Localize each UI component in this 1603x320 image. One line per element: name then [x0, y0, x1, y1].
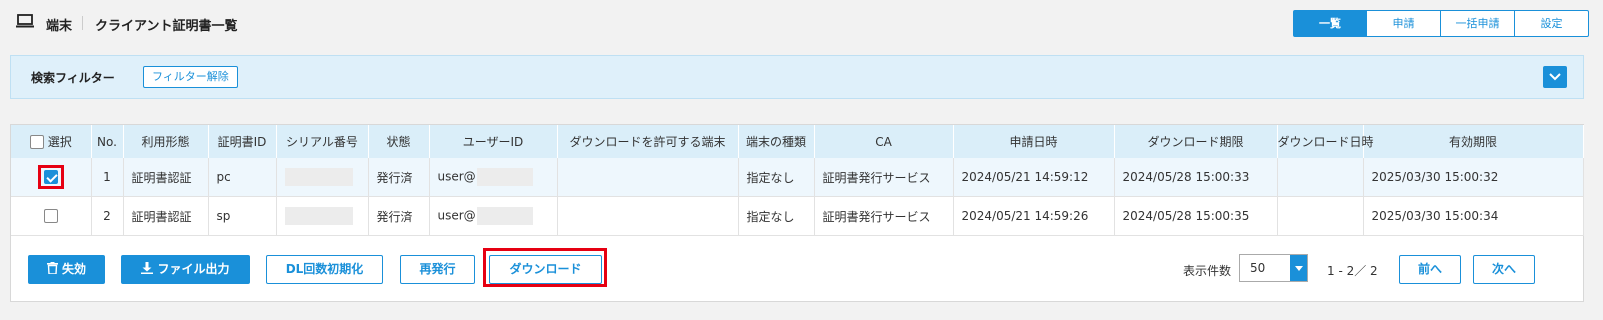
certificate-list-panel: 選択 No. 利用形態 証明書ID シリアル番号 状態 ユーザーID ダウンロー…	[10, 124, 1584, 302]
column-header: ダウンロード日時	[1277, 125, 1374, 158]
export-file-button[interactable]: ファイル出力	[121, 255, 250, 284]
per-page-value: 50	[1250, 261, 1266, 275]
cell-download-deadline: 2024/05/28 15:00:33	[1114, 158, 1278, 197]
redacted-value	[284, 207, 353, 225]
cell-serial	[276, 158, 369, 197]
cell-expires: 2025/03/30 15:00:34	[1363, 196, 1584, 236]
tab-bulk-apply[interactable]: 一括申請	[1441, 10, 1515, 37]
select-all-checkbox[interactable]	[29, 134, 44, 149]
cell-downloaded-at	[1277, 158, 1364, 197]
cell-downloaded-at	[1277, 196, 1364, 236]
trash-icon	[46, 262, 58, 274]
view-tabs: 一覧 申請 一括申請 設定	[1293, 10, 1589, 37]
column-header: 利用形態	[123, 125, 209, 158]
download-button[interactable]: ダウンロード	[489, 255, 602, 284]
column-header: ダウンロード期限	[1114, 125, 1278, 158]
column-header: 有効期限	[1363, 125, 1584, 158]
cell-usage: 証明書認証	[123, 158, 209, 197]
table-header-row: 選択 No. 利用形態 証明書ID シリアル番号 状態 ユーザーID ダウンロー…	[11, 125, 1584, 158]
redacted-value	[284, 168, 353, 186]
breadcrumb-section: 端末	[46, 19, 73, 34]
cell-status: 発行済	[368, 196, 430, 236]
select-all-header[interactable]: 選択	[11, 125, 92, 158]
per-page-label: 表示件数	[1183, 264, 1232, 278]
search-filter-bar: 検索フィルター フィルター解除	[10, 55, 1584, 99]
cell-expires: 2025/03/30 15:00:32	[1363, 158, 1584, 197]
revoke-button[interactable]: 失効	[28, 255, 105, 284]
download-icon	[141, 262, 154, 274]
row-select-cell[interactable]	[11, 158, 92, 197]
cell-cert-id: pc	[208, 158, 277, 197]
cell-allowed-device	[557, 196, 739, 236]
cell-applied-at: 2024/05/21 14:59:12	[953, 158, 1115, 197]
next-page-button[interactable]: 次へ	[1473, 255, 1535, 284]
redacted-value	[476, 168, 533, 186]
cell-status: 発行済	[368, 158, 430, 197]
page-title: クライアント証明書一覧	[95, 19, 238, 34]
tab-list[interactable]: 一覧	[1293, 10, 1367, 37]
clear-filter-button[interactable]: フィルター解除	[143, 66, 238, 88]
reissue-button[interactable]: 再発行	[400, 255, 475, 284]
cell-ca: 証明書発行サービス	[814, 196, 954, 236]
cell-cert-id: sp	[208, 196, 277, 236]
column-header: シリアル番号	[276, 125, 369, 158]
cell-usage: 証明書認証	[123, 196, 209, 236]
action-bar: 失効 ファイル出力 DL回数初期化 再発行 ダウンロード 表示件数 50 1 -…	[11, 245, 1583, 301]
chevron-down-icon	[1290, 255, 1307, 281]
highlight-box	[37, 165, 64, 189]
cell-device-type: 指定なし	[738, 196, 815, 236]
column-header: No.	[91, 125, 124, 158]
cell-user-id: user@	[429, 158, 558, 197]
redacted-value	[476, 207, 533, 225]
column-header: 証明書ID	[208, 125, 277, 158]
filter-title: 検索フィルター	[31, 71, 115, 85]
certificate-table: 選択 No. 利用形態 証明書ID シリアル番号 状態 ユーザーID ダウンロー…	[11, 125, 1584, 236]
cell-device-type: 指定なし	[738, 158, 815, 197]
pagination-range: 1 - 2／ 2	[1327, 264, 1378, 278]
column-header: 端末の種類	[738, 125, 815, 158]
breadcrumb-divider	[82, 16, 83, 30]
column-header: ダウンロードを許可する端末	[557, 125, 739, 158]
per-page-select[interactable]: 50	[1239, 254, 1308, 282]
table-row[interactable]: 1 証明書認証 pc 発行済 user@ 指定なし 証明書発行サービス 2024…	[11, 158, 1584, 197]
reset-download-count-button[interactable]: DL回数初期化	[266, 255, 383, 284]
column-header: ユーザーID	[429, 125, 558, 158]
cell-no: 2	[91, 196, 124, 236]
cell-allowed-device	[557, 158, 739, 197]
cell-no: 1	[91, 158, 124, 197]
column-header: CA	[814, 125, 954, 158]
prev-page-button[interactable]: 前へ	[1399, 255, 1461, 284]
chevron-down-icon	[1549, 73, 1561, 81]
column-header: 状態	[368, 125, 430, 158]
column-header: 申請日時	[953, 125, 1115, 158]
tab-apply[interactable]: 申請	[1367, 10, 1441, 37]
cell-ca: 証明書発行サービス	[814, 158, 954, 197]
cell-user-id: user@	[429, 196, 558, 236]
row-checkbox[interactable]	[43, 170, 58, 184]
cell-download-deadline: 2024/05/28 15:00:35	[1114, 196, 1278, 236]
filter-expand-button[interactable]	[1543, 66, 1567, 88]
page-header: 端末 クライアント証明書一覧 一覧 申請 一括申請 設定	[0, 0, 1603, 46]
select-label: 選択	[47, 135, 72, 149]
row-checkbox[interactable]	[43, 209, 58, 224]
row-select-cell[interactable]	[11, 196, 92, 236]
cell-serial	[276, 196, 369, 236]
computer-icon	[16, 14, 34, 28]
table-row[interactable]: 2 証明書認証 sp 発行済 user@ 指定なし 証明書発行サービス 2024…	[11, 196, 1584, 236]
cell-applied-at: 2024/05/21 14:59:26	[953, 196, 1115, 236]
tab-settings[interactable]: 設定	[1515, 10, 1589, 37]
